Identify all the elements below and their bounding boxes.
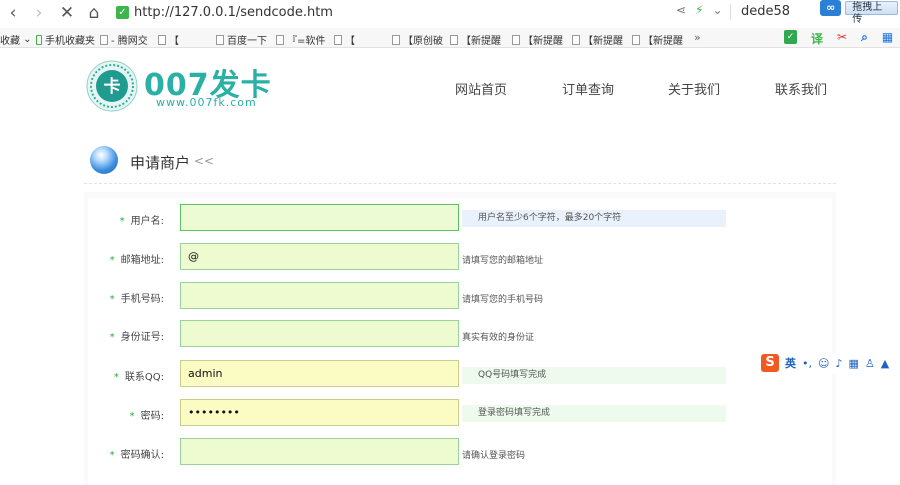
page-icon [512,34,520,45]
url-text: http://127.0.0.1/sendcode.htm [134,4,333,20]
email-label: * 邮箱地址: [109,255,164,266]
ime-logo-icon[interactable]: S [761,354,779,372]
ime-language-toggle[interactable]: 英 [785,355,796,371]
site-logo-icon[interactable]: 卡 [86,60,138,112]
punctuation-icon[interactable]: •, [802,357,812,370]
bookmark-item[interactable]: 百度一下 [216,32,267,47]
screenshot-cut-icon[interactable]: ✂ [837,30,847,47]
browser-toolbar: ‹ › ✕ ⌂ ✓ http://127.0.0.1/sendcode.htm … [0,0,900,26]
bookmark-item[interactable]: 【新提醒 [512,32,563,47]
forward-icon[interactable]: › [28,2,50,24]
back-link[interactable]: << [194,154,214,168]
search-icon[interactable]: ⌕ [861,30,868,47]
password-field[interactable] [180,399,459,426]
bookmark-item[interactable]: 手机收藏夹 [36,32,95,47]
home-icon[interactable]: ⌂ [83,2,105,24]
username-label: * 用户名: [119,216,164,227]
id-card-field[interactable] [180,320,459,347]
username-field[interactable] [180,204,459,231]
translate-icon[interactable]: 译 [811,30,823,47]
upload-label: 拖拽上传 [845,1,898,25]
secure-shield-icon: ✓ [116,5,129,19]
nav-home[interactable]: 网站首页 [455,79,507,98]
security-shield-icon[interactable]: ✓ [784,30,797,44]
page-icon [334,34,342,45]
nav-order-query[interactable]: 订单查询 [562,79,614,98]
page-icon [450,34,458,45]
divider [730,4,731,20]
id-card-hint: 真实有效的身份证 [462,333,535,343]
cloud-icon: ∞ [820,0,842,16]
page-icon [572,34,580,45]
password-label: * 密码: [129,411,164,422]
bookmark-item[interactable]: 收藏 ⌄ [0,32,32,47]
section-globe-icon [90,146,118,174]
user-icon[interactable]: ♙ [865,357,875,370]
user-name[interactable]: dede58 [741,4,790,19]
phone-icon [36,34,42,45]
upload-button[interactable]: ∞ 拖拽上传 [820,0,898,25]
divider [84,183,836,184]
username-hint: 用户名至少6个字符，最多20个字符 [462,210,726,227]
bookmark-item[interactable]: 【原创破 [392,32,443,47]
logo-url: www.007fk.com [156,96,257,109]
qq-hint: QQ号码填写完成 [462,367,726,384]
chevron-down-icon[interactable]: ⌄ [713,3,723,17]
page-icon [216,34,224,45]
email-hint: 请填写您的邮箱地址 [462,256,544,266]
address-bar[interactable]: ✓ http://127.0.0.1/sendcode.htm [116,2,666,22]
extension-tools: ✓ 译 ✂ ⌕ ▦ [784,30,893,47]
back-icon[interactable]: ‹ [2,2,24,24]
password-hint: 登录密码填写完成 [462,405,726,422]
bookmarks-more-icon[interactable]: » [694,31,701,44]
page-icon [392,34,400,45]
logo-glyph: 卡 [104,76,121,97]
bookmark-item[interactable]: 【新提醒 [632,32,683,47]
bookmark-item[interactable]: 【新提醒 [450,32,501,47]
page-title: 申请商户 [130,154,191,172]
id-card-label: * 身份证号: [109,332,164,343]
confirm-password-field[interactable] [180,438,459,465]
page-icon [100,34,108,45]
bookmarks-bar: 收藏 ⌄ 手机收藏夹 - 腾网交 【 百度一下 『=软件 【 【原创破 【新提醒… [0,28,900,48]
bookmark-item[interactable]: 【 [334,32,355,47]
bolt-icon[interactable]: ⚡ [695,3,703,17]
confirm-password-label: * 密码确认: [109,450,164,461]
confirm-password-hint: 请确认登录密码 [462,451,526,461]
bookmark-item[interactable]: 『=软件 [276,32,325,47]
emoji-icon[interactable]: ☺ [818,357,829,370]
phone-hint: 请填写您的手机号码 [462,295,544,305]
nav-about[interactable]: 关于我们 [668,79,720,98]
apps-grid-icon[interactable]: ▦ [882,30,893,47]
bookmark-item[interactable]: - 腾网交 [100,32,148,47]
page-icon [276,34,284,45]
stop-icon[interactable]: ✕ [56,2,78,24]
phone-label: * 手机号码: [109,294,164,305]
ime-toolbar[interactable]: S 英 •, ☺ ♪ ▦ ♙ ▲ [759,353,900,373]
microphone-icon[interactable]: ♪ [835,357,842,370]
qq-label: * 联系QQ: [113,372,164,383]
page-icon [632,34,640,45]
qq-field[interactable] [180,360,459,387]
page-icon [158,34,166,45]
nav-contact[interactable]: 联系我们 [775,79,827,98]
bookmark-item[interactable]: 【新提醒 [572,32,623,47]
keyboard-icon[interactable]: ▦ [849,357,859,370]
bookmark-item[interactable]: 【 [158,32,179,47]
phone-field[interactable] [180,282,459,309]
email-field[interactable] [180,243,459,270]
skin-icon[interactable]: ▲ [881,357,889,370]
url-tools: ⋖ ⚡ ⌄ [676,3,723,17]
share-icon[interactable]: ⋖ [676,3,686,17]
